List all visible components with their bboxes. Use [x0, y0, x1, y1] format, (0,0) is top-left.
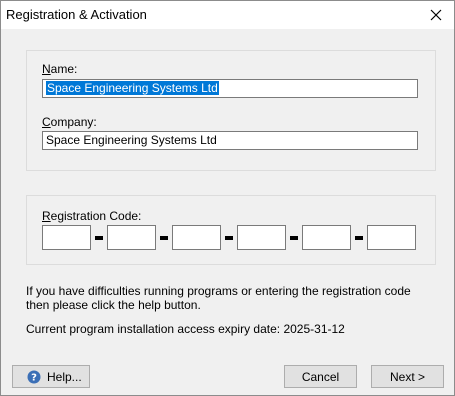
cancel-button[interactable]: Cancel — [284, 365, 357, 388]
help-button-label: Help... — [47, 369, 82, 384]
name-field-value: Space Engineering Systems Ltd — [46, 81, 219, 95]
expiry-info-text: Current program installation access expi… — [26, 322, 345, 336]
code-separator — [290, 236, 298, 240]
code-segment-6[interactable] — [367, 225, 416, 250]
identity-group — [26, 50, 436, 171]
close-icon — [430, 9, 442, 21]
code-segment-4[interactable] — [237, 225, 286, 250]
code-separator — [95, 236, 103, 240]
company-field-value: Space Engineering Systems Ltd — [46, 133, 217, 147]
company-field[interactable]: Space Engineering Systems Ltd — [42, 131, 418, 150]
code-separator — [355, 236, 363, 240]
code-segment-3[interactable] — [172, 225, 221, 250]
help-info-text: If you have difficulties running program… — [26, 284, 411, 312]
svg-text:?: ? — [31, 372, 37, 383]
registration-code-label: Registration Code: — [42, 209, 142, 223]
next-button[interactable]: Next > — [371, 365, 444, 388]
help-button[interactable]: ? Help... — [12, 365, 90, 388]
close-button[interactable] — [418, 1, 454, 29]
cancel-button-label: Cancel — [301, 369, 340, 384]
help-icon: ? — [27, 370, 41, 383]
registration-dialog: Registration & Activation Name: Space En… — [0, 0, 455, 396]
dialog-title: Registration & Activation — [6, 7, 147, 22]
name-field[interactable]: Space Engineering Systems Ltd — [42, 79, 418, 98]
name-label: Name: — [42, 62, 78, 76]
code-segment-1[interactable] — [42, 225, 91, 250]
next-button-label: Next > — [389, 369, 425, 384]
code-segment-5[interactable] — [302, 225, 351, 250]
code-separator — [160, 236, 168, 240]
title-bar: Registration & Activation — [1, 1, 454, 29]
code-separator — [225, 236, 233, 240]
code-segment-2[interactable] — [107, 225, 156, 250]
company-label: Company: — [42, 115, 97, 129]
